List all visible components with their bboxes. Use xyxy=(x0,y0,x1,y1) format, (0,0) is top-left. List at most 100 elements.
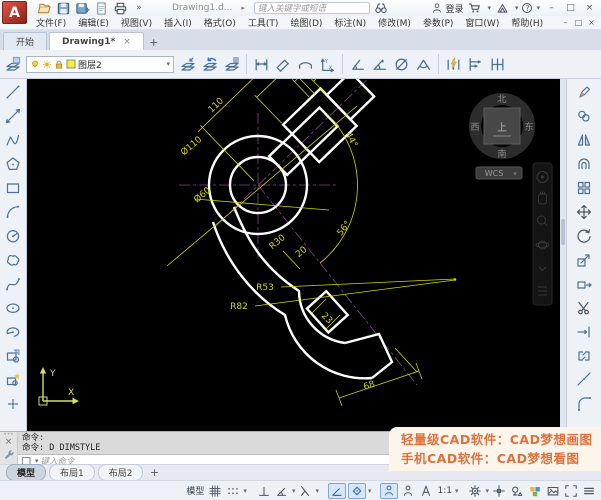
crosshair-button[interactable] xyxy=(491,483,507,499)
copy-tool-button[interactable] xyxy=(572,104,596,128)
wcs-dropdown-icon[interactable]: ▾ xyxy=(513,170,517,178)
polar-toggle[interactable] xyxy=(274,483,290,499)
status-menu-button[interactable] xyxy=(581,483,597,499)
help-icon[interactable]: ? xyxy=(522,3,532,13)
dim-angular-button[interactable] xyxy=(369,53,390,76)
doc-restore-button[interactable]: □ xyxy=(572,18,585,27)
layer-select[interactable]: 图层2 ▾ xyxy=(26,56,174,73)
dim-angle-button[interactable] xyxy=(413,53,434,76)
offset-tool-button[interactable] xyxy=(572,152,596,176)
tab-model[interactable]: 模型 xyxy=(6,464,46,481)
ellipse-tool-button[interactable] xyxy=(1,296,25,320)
settings-button[interactable] xyxy=(467,483,483,499)
dim-aligned-button[interactable] xyxy=(273,53,294,76)
menu-dimension[interactable]: 标注(N) xyxy=(328,16,372,29)
new-tab-button[interactable]: + xyxy=(146,34,162,50)
annotation-scale-value[interactable]: 1:1 xyxy=(436,483,452,499)
move-tool-button[interactable] xyxy=(572,200,596,224)
add-layout-button[interactable]: + xyxy=(146,465,162,481)
viewcube-north-label[interactable]: 北 xyxy=(497,94,506,105)
otrack-toggle[interactable] xyxy=(328,483,346,499)
ellipse-arc-tool-button[interactable] xyxy=(1,320,25,344)
command-close-button[interactable]: × xyxy=(5,438,13,447)
mirror-tool-button[interactable] xyxy=(572,128,596,152)
join-tool-button[interactable] xyxy=(572,368,596,392)
circle-tool-button[interactable] xyxy=(1,224,25,248)
viewcube[interactable]: 上 北 南 西 东 WCS ▾ xyxy=(470,94,533,179)
dim-continue-button[interactable] xyxy=(487,53,508,76)
revcloud-tool-button[interactable] xyxy=(1,248,25,272)
xline-tool-button[interactable] xyxy=(1,104,25,128)
isodraft-toggle[interactable] xyxy=(297,483,313,499)
dim-linear-button[interactable] xyxy=(251,53,272,76)
menu-help[interactable]: 帮助(H) xyxy=(505,16,549,29)
search-input[interactable]: 键入关键字或短语 xyxy=(254,2,370,14)
menu-edit[interactable]: 编辑(E) xyxy=(72,16,115,29)
drawing-viewport[interactable]: 110 75 45 34 44° 56° Ø110 Ø60 R30 20 R53… xyxy=(27,79,560,431)
layer-properties-button[interactable] xyxy=(2,53,23,76)
osnap-dropdown-icon[interactable]: ▾ xyxy=(368,487,372,495)
minimize-button[interactable]: – xyxy=(544,3,559,13)
line-tool-button[interactable] xyxy=(1,80,25,104)
print-button[interactable] xyxy=(112,1,128,15)
layer-previous-button[interactable] xyxy=(199,53,220,76)
settings-dropdown-icon[interactable]: ▾ xyxy=(485,487,489,495)
a360-button[interactable] xyxy=(495,1,511,15)
fillet-tool-button[interactable] xyxy=(572,392,596,416)
doc-close-button[interactable]: × xyxy=(585,18,598,27)
snap-toggle[interactable] xyxy=(225,483,241,499)
annotation-autoscale-toggle[interactable] xyxy=(400,483,416,499)
grid-toggle[interactable] xyxy=(207,483,223,499)
viewcube-east-label[interactable]: 东 xyxy=(524,121,533,133)
store-button[interactable] xyxy=(467,1,483,15)
tab-drawing1[interactable]: Drawing1*× xyxy=(49,32,144,50)
menu-view[interactable]: 视图(V) xyxy=(115,16,158,29)
background-button[interactable] xyxy=(545,483,561,499)
menu-format[interactable]: 格式(O) xyxy=(198,16,242,29)
extend-tool-button[interactable] xyxy=(572,320,596,344)
polar-dropdown-icon[interactable]: ▾ xyxy=(292,487,296,495)
menu-modify[interactable]: 修改(M) xyxy=(372,16,417,29)
dim-arc-length-button[interactable] xyxy=(295,53,316,76)
make-layer-current-button[interactable] xyxy=(177,53,198,76)
drawing-canvas[interactable]: 110 75 45 34 44° 56° Ø110 Ø60 R30 20 R53… xyxy=(27,79,560,431)
command-grip[interactable]: ••• × xyxy=(0,432,18,464)
close-button[interactable]: × xyxy=(582,3,597,13)
polygon-tool-button[interactable] xyxy=(1,152,25,176)
insert-block-tool-button[interactable] xyxy=(1,344,25,368)
annotation-visibility-toggle[interactable] xyxy=(380,483,398,499)
osnap-toggle[interactable] xyxy=(348,483,366,499)
menu-tools[interactable]: 工具(T) xyxy=(242,16,285,29)
polyline-tool-button[interactable] xyxy=(1,128,25,152)
cart-dropdown-icon[interactable]: ▾ xyxy=(487,4,491,12)
sheet-button[interactable] xyxy=(93,1,109,15)
viewcube-south-label[interactable]: 南 xyxy=(497,148,506,160)
erase-tool-button[interactable] xyxy=(572,80,596,104)
tab-layout1[interactable]: 布局1 xyxy=(49,464,95,481)
app-logo[interactable]: A xyxy=(2,1,27,24)
menu-window[interactable]: 窗口(W) xyxy=(459,16,505,29)
dim-ordinate-button[interactable]: YX xyxy=(317,53,338,76)
menu-insert[interactable]: 插入(I) xyxy=(158,16,198,29)
dim-quick-button[interactable] xyxy=(443,53,464,76)
maximize-button[interactable]: □ xyxy=(563,3,578,13)
a360-dropdown-icon[interactable]: ▾ xyxy=(515,4,519,12)
trim-tool-button[interactable] xyxy=(572,296,596,320)
fullscreen-button[interactable] xyxy=(563,483,579,499)
dim-angular-open-button[interactable] xyxy=(347,53,368,76)
layer-dropdown-icon[interactable]: ▾ xyxy=(166,60,170,68)
tab-layout2[interactable]: 布局2 xyxy=(98,464,144,481)
right-scroll-gutter[interactable] xyxy=(560,79,566,431)
spline-tool-button[interactable] xyxy=(1,272,25,296)
doc-minimize-button[interactable]: – xyxy=(559,18,572,27)
model-space-label[interactable]: 模型 xyxy=(185,483,205,499)
save-button[interactable] xyxy=(55,1,71,15)
ortho-toggle[interactable] xyxy=(256,483,272,499)
viewcube-top-label[interactable]: 上 xyxy=(497,122,507,134)
rectangle-tool-button[interactable] xyxy=(1,176,25,200)
workspace-button[interactable] xyxy=(527,483,543,499)
search-button[interactable] xyxy=(373,1,389,15)
scale-tool-button[interactable] xyxy=(572,248,596,272)
login-button[interactable]: 登录 xyxy=(431,2,463,15)
rotate-tool-button[interactable] xyxy=(572,224,596,248)
